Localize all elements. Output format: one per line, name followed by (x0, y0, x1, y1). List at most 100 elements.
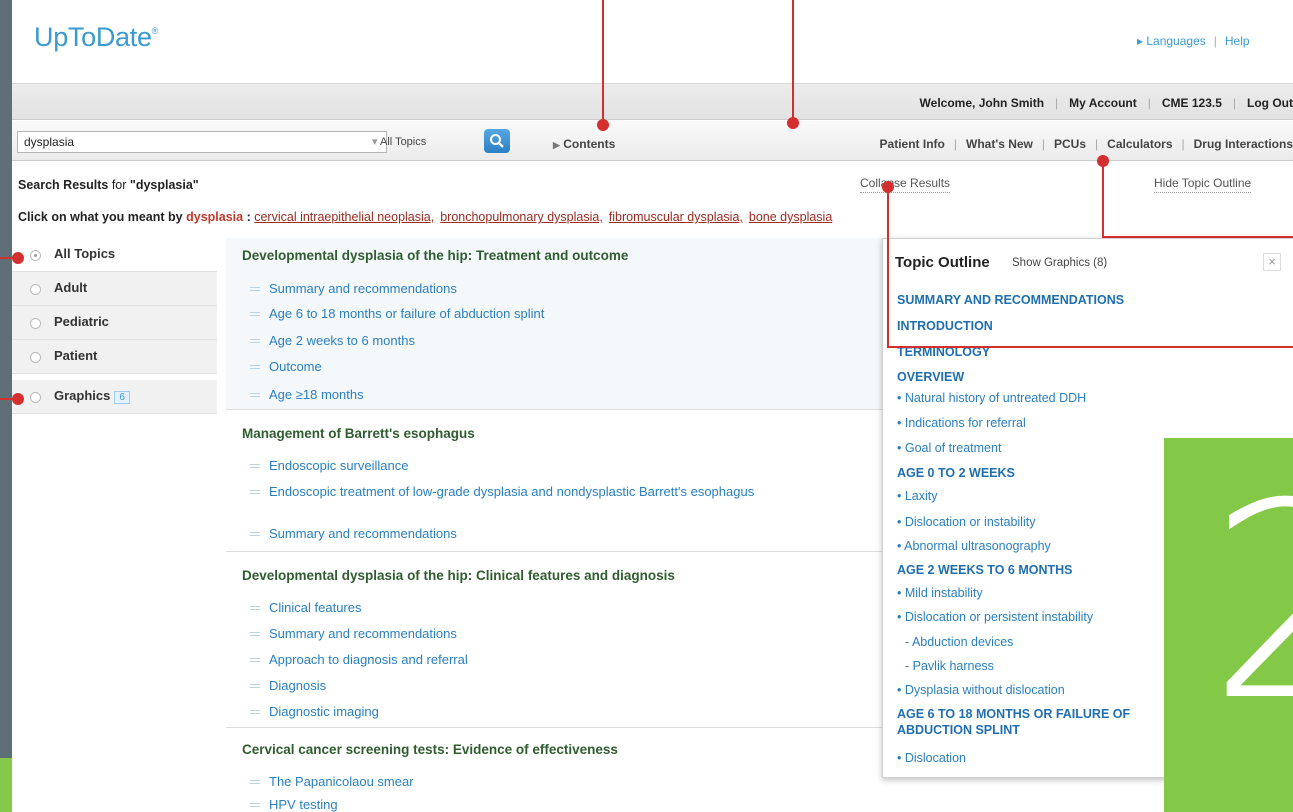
outline-subitem[interactable]: - Pavlik harness (905, 659, 994, 673)
chevron-down-icon: ▾ (372, 136, 378, 148)
user-links: Welcome, John Smith | My Account | CME 123.5… (919, 96, 1293, 110)
callout-line (887, 346, 1293, 348)
outline-item[interactable]: • Goal of treatment (897, 441, 1001, 455)
outline-item[interactable]: • Laxity (897, 489, 938, 503)
did-you-mean: Click on what you meant by dysplasia : c… (18, 210, 833, 224)
list-bullet-icon (250, 365, 260, 369)
result-link[interactable]: Diagnosis (250, 678, 326, 693)
outline-heading[interactable]: AGE 6 TO 18 MONTHS OR FAILURE OF (897, 707, 1130, 721)
list-bullet-icon (250, 532, 260, 536)
show-graphics-link[interactable]: Show Graphics (8) (1012, 257, 1107, 269)
callout-line (887, 186, 889, 348)
callout-dot (787, 117, 799, 129)
nav-pcus[interactable]: PCUs (1054, 137, 1086, 151)
outline-heading[interactable]: OVERVIEW (897, 370, 964, 384)
outline-heading[interactable]: AGE 0 TO 2 WEEKS (897, 466, 1015, 480)
nav-whats-new[interactable]: What's New (966, 137, 1033, 151)
result-title[interactable]: Cervical cancer screening tests: Evidenc… (242, 742, 618, 757)
result-link[interactable]: HPV testing (250, 797, 338, 812)
result-link[interactable]: Clinical features (250, 600, 362, 615)
app-window: UpToDate® ▸ Languages | Help Welcome, John… (12, 0, 1293, 812)
nav-drug-interactions[interactable]: Drug Interactions (1194, 137, 1293, 151)
cme-link[interactable]: CME 123.5 (1162, 96, 1222, 110)
my-account-link[interactable]: My Account (1069, 96, 1137, 110)
result-link[interactable]: Diagnostic imaging (250, 704, 379, 719)
result-title[interactable]: Developmental dysplasia of the hip: Clin… (242, 568, 675, 583)
result-link[interactable]: Summary and recommendations (250, 281, 457, 296)
search-results-heading: Search Results for "dysplasia" (18, 178, 199, 192)
outline-heading[interactable]: INTRODUCTION (897, 319, 993, 333)
radio-icon (30, 284, 41, 295)
meant-option-bpd[interactable]: bronchopulmonary dysplasia, (440, 210, 603, 224)
result-link[interactable]: Summary and recommendations (250, 626, 457, 641)
search-input[interactable] (17, 131, 387, 153)
list-bullet-icon (250, 780, 260, 784)
outline-item[interactable]: • Natural history of untreated DDH (897, 391, 1086, 405)
filter-sidebar: All Topics Adult Pediatric Patient Graph… (12, 238, 217, 418)
outline-item[interactable]: • Dislocation or instability (897, 515, 1035, 529)
outline-item[interactable]: • Mild instability (897, 586, 983, 600)
green-corner-accent (0, 758, 12, 812)
topic-filter-select[interactable]: ▾ All Topics (358, 131, 460, 153)
graphics-count-badge: 6 (114, 391, 130, 404)
sidebar-item-pediatric[interactable]: Pediatric (12, 306, 217, 340)
hide-topic-outline-button[interactable]: Hide Topic Outline (1154, 176, 1252, 193)
outline-item[interactable]: • Dislocation (897, 751, 966, 765)
sidebar-item-patient[interactable]: Patient (12, 340, 217, 374)
list-bullet-icon (250, 684, 260, 688)
sidebar-item-adult[interactable]: Adult (12, 272, 217, 306)
meant-option-fmd[interactable]: fibromuscular dysplasia, (609, 210, 743, 224)
radio-icon (30, 392, 41, 403)
uptodate-logo[interactable]: UpToDate® (34, 22, 158, 53)
outline-item[interactable]: • Dislocation or persistent instability (897, 610, 1093, 624)
result-link[interactable]: Approach to diagnosis and referral (250, 652, 468, 667)
nav-calculators[interactable]: Calculators (1107, 137, 1172, 151)
result-link[interactable]: Age 2 weeks to 6 months (250, 333, 415, 348)
close-icon[interactable]: × (1263, 253, 1281, 271)
result-link[interactable]: Age ≥18 months (250, 387, 364, 402)
meant-option-cin[interactable]: cervical intraepithelial neoplasia, (254, 210, 434, 224)
nav-patient-info[interactable]: Patient Info (880, 137, 945, 151)
outline-heading[interactable]: AGE 2 WEEKS TO 6 MONTHS (897, 563, 1073, 577)
result-link[interactable]: Outcome (250, 359, 322, 374)
result-link[interactable]: Summary and recommendations (250, 526, 457, 541)
contents-link[interactable]: ▶ Contents (553, 137, 615, 151)
result-link[interactable]: Endoscopic surveillance (250, 458, 830, 473)
list-bullet-icon (250, 287, 260, 291)
callout-line (602, 0, 604, 124)
outline-subitem[interactable]: - Abduction devices (905, 635, 1013, 649)
outline-item[interactable]: • Indications for referral (897, 416, 1026, 430)
user-bar: Welcome, John Smith | My Account | CME 123.5… (12, 84, 1293, 120)
result-title[interactable]: Management of Barrett's esophagus (242, 426, 475, 441)
help-link[interactable]: Help (1225, 34, 1250, 48)
list-bullet-icon (250, 803, 260, 807)
list-bullet-icon (250, 658, 260, 662)
callout-line (792, 0, 794, 122)
result-group: Developmental dysplasia of the hip: Trea… (226, 238, 888, 410)
topic-outline-title: Topic Outline (895, 254, 990, 271)
callout-dot (597, 119, 609, 131)
result-title[interactable]: Developmental dysplasia of the hip: Trea… (242, 248, 628, 263)
outline-heading[interactable]: SUMMARY AND RECOMMENDATIONS (897, 293, 1124, 307)
meant-option-bone[interactable]: bone dysplasia (749, 210, 832, 224)
radio-icon (30, 352, 41, 363)
result-group: Developmental dysplasia of the hip: Clin… (226, 552, 888, 728)
result-group: Cervical cancer screening tests: Evidenc… (226, 728, 888, 812)
main-nav: Patient Info | What's New | PCUs | Calculators… (879, 137, 1293, 151)
collapse-results-button[interactable]: Collapse Results (860, 176, 951, 193)
triangle-right-icon: ▶ (553, 140, 560, 150)
outline-item[interactable]: • Abnormal ultrasonography (897, 539, 1051, 553)
sidebar-item-graphics[interactable]: Graphics 6 (12, 380, 217, 414)
outline-item[interactable]: • Dysplasia without dislocation (897, 683, 1065, 697)
result-link[interactable]: Age 6 to 18 months or failure of abducti… (250, 306, 544, 321)
list-bullet-icon (250, 312, 260, 316)
outline-heading[interactable]: ABDUCTION SPLINT (897, 723, 1020, 737)
search-button[interactable] (484, 129, 510, 153)
result-link[interactable]: Endoscopic treatment of low-grade dyspla… (250, 484, 830, 499)
list-bullet-icon (250, 632, 260, 636)
languages-link[interactable]: ▸ Languages (1137, 34, 1206, 48)
log-out-link[interactable]: Log Out (1247, 96, 1293, 110)
result-link[interactable]: The Papanicolaou smear (250, 774, 414, 789)
sidebar-item-all-topics[interactable]: All Topics (12, 238, 217, 272)
callout-dot (12, 252, 24, 264)
